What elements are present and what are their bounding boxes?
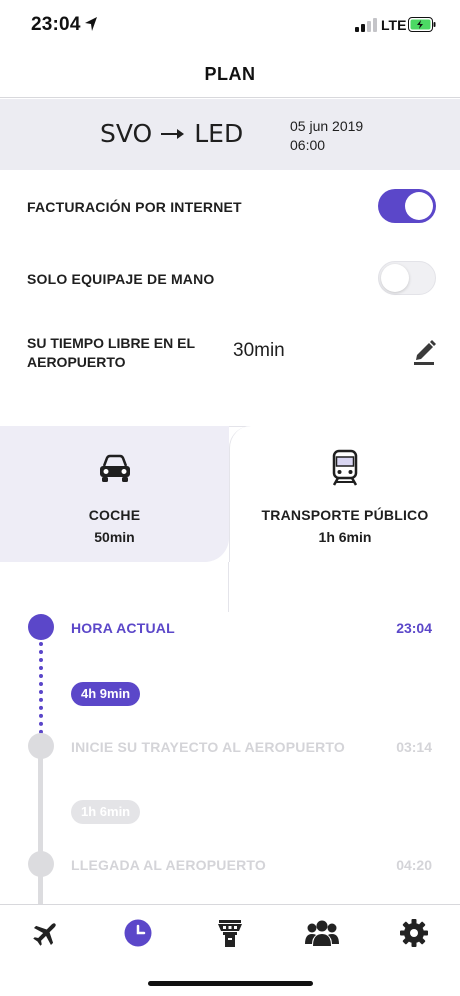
- nav-travelers[interactable]: [302, 913, 342, 953]
- route-summary: SVO LED 05 jun 2019 06:00: [0, 99, 460, 170]
- hand-luggage-label: SOLO EQUIPAJE DE MANO: [27, 271, 215, 287]
- online-checkin-toggle[interactable]: [378, 189, 436, 223]
- edit-pencil-icon[interactable]: [411, 337, 437, 365]
- free-time-value: 30min: [233, 340, 285, 361]
- arrow-right-icon: [161, 128, 185, 139]
- flight-time: 06:00: [290, 137, 326, 153]
- timeline-dot-current: [28, 614, 54, 640]
- timeline-dot-departure: [28, 733, 54, 759]
- hand-luggage-toggle[interactable]: [378, 261, 436, 295]
- toggle-knob: [381, 264, 409, 292]
- gear-icon: [400, 919, 428, 947]
- navigation-header: PLAN: [0, 50, 460, 98]
- tab-car-duration: 50min: [94, 529, 135, 545]
- timeline-connector-inactive: [38, 758, 43, 908]
- destination-airport: LED: [194, 119, 244, 148]
- battery-icon: [408, 17, 436, 32]
- nav-settings[interactable]: [394, 913, 434, 953]
- timeline-gap-badge: 1h 6min: [71, 800, 141, 824]
- car-icon: [100, 454, 130, 482]
- network-type: LTE: [381, 17, 407, 33]
- origin-airport: SVO: [100, 119, 153, 148]
- timeline-gap-badge: 4h 9min: [71, 682, 141, 706]
- flight-date: 05 jun 2019: [290, 118, 364, 134]
- route-codes: SVO LED: [100, 119, 243, 148]
- location-arrow-icon: [85, 17, 97, 31]
- train-icon: [332, 449, 358, 486]
- page-title: PLAN: [204, 64, 256, 84]
- status-time: 23:04: [31, 14, 81, 35]
- timeline-connector-active: [39, 642, 43, 734]
- timeline-label-arrival: LLEGADA AL AEROPUERTO: [71, 857, 267, 873]
- toggle-knob: [405, 192, 433, 220]
- free-time-label: SU TIEMPO LIBRE EN EL AEROPUERTO: [27, 335, 195, 370]
- tab-panel-divider: [0, 562, 229, 612]
- clock-icon: [124, 919, 152, 947]
- nav-airport[interactable]: [210, 913, 250, 953]
- tab-car-label: COCHE: [88, 507, 141, 523]
- people-icon: [305, 920, 339, 946]
- timeline-time-current: 23:04: [396, 620, 432, 636]
- control-tower-icon: [218, 920, 242, 947]
- timeline-label-current: HORA ACTUAL: [71, 620, 175, 636]
- timeline-dot-arrival: [28, 851, 54, 877]
- nav-plan[interactable]: [118, 913, 158, 953]
- signal-icon: [355, 18, 377, 32]
- flight-datetime: 05 jun 2019 06:00: [290, 117, 363, 155]
- tab-transit-label: TRANSPORTE PÚBLICO: [261, 507, 429, 523]
- nav-flights[interactable]: [26, 913, 66, 953]
- tab-public-transport[interactable]: TRANSPORTE PÚBLICO 1h 6min: [229, 426, 460, 562]
- home-indicator[interactable]: [148, 981, 313, 986]
- tab-car[interactable]: COCHE 50min: [0, 426, 229, 562]
- tab-transit-duration: 1h 6min: [318, 529, 372, 545]
- plane-icon: [33, 923, 56, 946]
- status-bar: 23:04 LTE: [0, 0, 460, 50]
- timeline-time-departure: 03:14: [396, 739, 432, 755]
- timeline-label-departure: INICIE SU TRAYECTO AL AEROPUERTO: [71, 739, 345, 755]
- online-checkin-label: FACTURACIÓN POR INTERNET: [27, 199, 242, 215]
- timeline-time-arrival: 04:20: [396, 857, 432, 873]
